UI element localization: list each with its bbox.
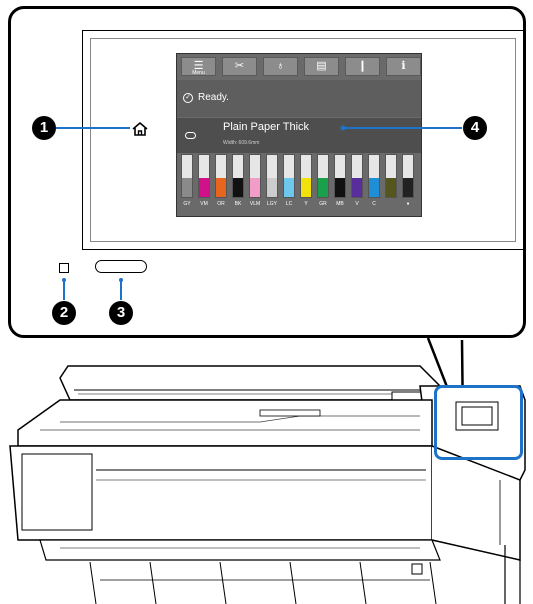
- power-button[interactable]: [95, 260, 147, 273]
- callout-2: 2: [52, 301, 76, 325]
- control-panel-highlight: [434, 385, 523, 460]
- callout-4: 4: [463, 116, 487, 140]
- callout-3: 3: [109, 301, 133, 325]
- callout-leaders: [56, 125, 462, 300]
- status-light: [59, 263, 69, 273]
- printer-illustration: [9, 337, 526, 604]
- callout-1: 1: [32, 116, 56, 140]
